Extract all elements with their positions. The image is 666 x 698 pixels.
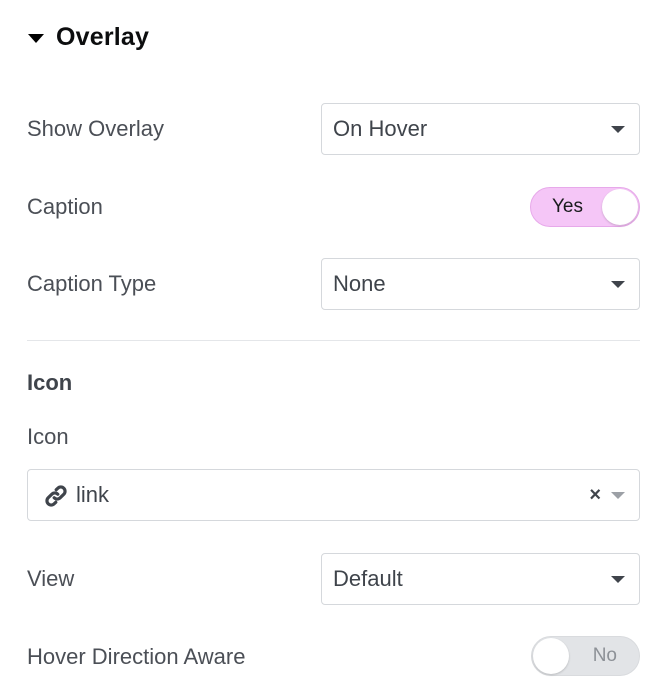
caption-type-select[interactable]: None — [321, 258, 640, 310]
icon-subheading: Icon — [27, 370, 73, 395]
section-divider — [27, 340, 640, 341]
caption-toggle-text: Yes — [552, 196, 583, 217]
hover-direction-toggle[interactable]: No — [531, 636, 640, 676]
dropdown-arrow-icon — [611, 281, 625, 288]
show-overlay-select[interactable]: On Hover — [321, 103, 640, 155]
link-icon — [45, 485, 67, 507]
show-overlay-value: On Hover — [333, 116, 428, 141]
dropdown-arrow-icon — [611, 126, 625, 133]
dropdown-arrow-icon[interactable] — [611, 492, 625, 499]
caption-toggle[interactable]: Yes — [530, 187, 640, 227]
view-label: View — [27, 566, 75, 591]
clear-icon[interactable]: × — [589, 482, 601, 508]
view-value: Default — [333, 566, 403, 591]
section-title: Overlay — [56, 22, 150, 51]
hover-direction-toggle-text: No — [592, 645, 617, 666]
section-header-overlay[interactable]: Overlay — [28, 20, 149, 54]
hover-direction-label: Hover Direction Aware — [27, 644, 246, 669]
caption-type-value: None — [333, 271, 386, 296]
caret-down-icon — [28, 33, 44, 43]
icon-picker-select[interactable]: link × — [27, 469, 640, 521]
toggle-knob — [602, 189, 638, 225]
caption-type-label: Caption Type — [27, 271, 157, 296]
toggle-knob — [533, 638, 569, 674]
show-overlay-label: Show Overlay — [27, 116, 164, 141]
dropdown-arrow-icon — [611, 576, 625, 583]
icon-picker-value: link — [76, 482, 110, 507]
icon-label: Icon — [27, 424, 69, 449]
overlay-settings-panel: Overlay Show Overlay On Hover Caption Ye… — [0, 0, 666, 698]
caption-label: Caption — [27, 194, 103, 219]
view-select[interactable]: Default — [321, 553, 640, 605]
